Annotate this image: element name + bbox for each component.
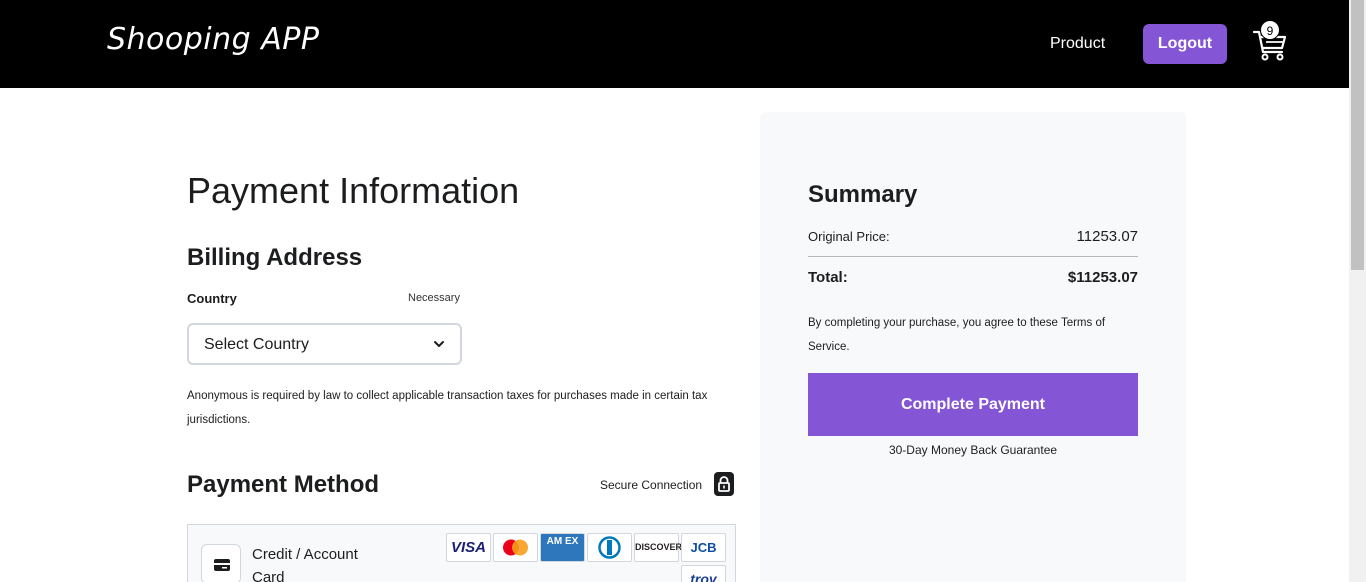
credit-card-option[interactable]: Credit / Account Card VISA AM EX DISCOVE… <box>187 524 736 582</box>
page-scrollbar[interactable] <box>1349 0 1366 582</box>
terms-text: By completing your purchase, you agree t… <box>808 317 1106 353</box>
billing-address-heading: Billing Address <box>187 244 363 271</box>
cart-button[interactable]: 9 <box>1252 20 1288 62</box>
credit-card-label: Credit / Account Card <box>252 546 358 582</box>
money-back-guarantee: 30-Day Money Back Guarantee <box>888 443 1058 457</box>
visa-logo: VISA <box>446 533 491 562</box>
lock-icon <box>714 472 734 496</box>
country-label: Country <box>187 291 237 306</box>
scrollbar-thumb[interactable] <box>1351 0 1364 270</box>
complete-payment-button[interactable]: Complete Payment <box>808 373 1138 436</box>
secure-connection-label: Secure Connection <box>600 478 703 492</box>
original-price-label: Original Price: <box>808 229 890 244</box>
summary-heading: Summary <box>808 181 918 208</box>
discover-logo: DISCOVER <box>634 533 682 562</box>
tax-note: Anonymous is required by law to collect … <box>187 390 708 426</box>
necessary-label: Necessary <box>408 292 460 304</box>
total-label: Total: <box>808 269 848 286</box>
order-summary-panel: Summary Original Price: 11253.07 Total: … <box>760 112 1186 582</box>
brand-logo[interactable]: Shooping APP <box>107 22 319 57</box>
top-navbar: Shooping APP Product Logout 9 <box>0 0 1349 88</box>
jcb-logo: JCB <box>681 533 726 562</box>
summary-divider <box>808 256 1138 257</box>
nav-product-link[interactable]: Product <box>1050 35 1105 53</box>
cart-count-badge: 9 <box>1260 20 1280 40</box>
mastercard-logo <box>493 533 538 562</box>
chevron-down-icon <box>434 341 444 347</box>
logout-button[interactable]: Logout <box>1143 24 1227 64</box>
amex-logo: AM EX <box>540 533 585 562</box>
payment-method-heading: Payment Method <box>187 471 380 498</box>
country-select-value: Select Country <box>204 336 309 353</box>
country-select[interactable]: Select Country <box>187 323 462 365</box>
page-title: Payment Information <box>187 170 520 211</box>
total-value: $11253.07 <box>1067 269 1138 286</box>
troy-logo: troy <box>681 565 726 582</box>
credit-card-icon <box>201 544 241 582</box>
diners-logo <box>587 533 632 562</box>
original-price-value: 11253.07 <box>1076 228 1138 245</box>
